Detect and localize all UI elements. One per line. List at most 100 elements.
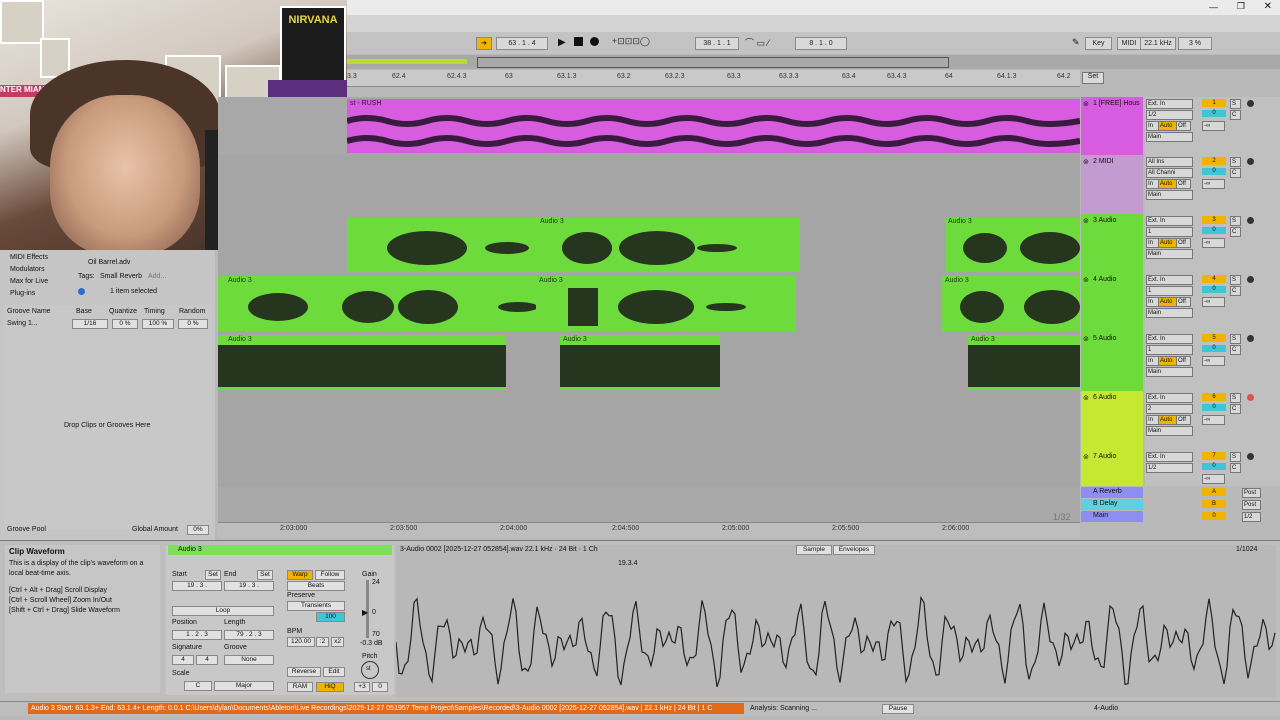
- time-ruler[interactable]: 2:03:000 2:03:500 2:04:000 2:04:500 2:05:000…: [218, 522, 1080, 538]
- pan-knob[interactable]: C: [1230, 110, 1241, 120]
- input-type-select[interactable]: Ext. In: [1146, 216, 1193, 226]
- follow-button[interactable]: Follow: [315, 570, 345, 580]
- draw-mode-icon[interactable]: ✎: [1072, 37, 1080, 48]
- solo-button[interactable]: S: [1230, 393, 1241, 403]
- half-tempo-button[interactable]: :2: [316, 637, 329, 647]
- track-header[interactable]: 3 Audio ⊚: [1081, 214, 1143, 273]
- track-header[interactable]: 1 [FREE] Hous ⊚: [1081, 97, 1143, 155]
- clip-title-bar[interactable]: Audio 3: [168, 545, 392, 555]
- arm-record-icon[interactable]: [1247, 335, 1254, 342]
- arm-record-icon[interactable]: [1247, 276, 1254, 283]
- browser-item[interactable]: Modulators: [10, 266, 45, 273]
- monitor-off-button[interactable]: Off: [1176, 297, 1191, 307]
- input-channel-select[interactable]: 1: [1146, 345, 1193, 355]
- detune-field[interactable]: 0: [372, 682, 388, 692]
- track-send[interactable]: -∞: [1202, 179, 1225, 189]
- input-type-select[interactable]: All Ins: [1146, 157, 1193, 167]
- track-fold-icon[interactable]: ⊚: [1083, 394, 1089, 402]
- input-type-select[interactable]: Ext. In: [1146, 99, 1193, 109]
- pre-post-button[interactable]: 1/2: [1242, 512, 1261, 522]
- audio-clip[interactable]: Audio 3: [942, 276, 1080, 331]
- file-name[interactable]: Oil Barrel.adv: [88, 259, 130, 266]
- edit-button[interactable]: Edit: [323, 667, 345, 677]
- pan-knob[interactable]: C: [1230, 345, 1241, 355]
- audio-clip[interactable]: [347, 217, 537, 272]
- track-send[interactable]: -∞: [1202, 415, 1225, 425]
- input-channel-select[interactable]: 2: [1146, 404, 1193, 414]
- audio-clip[interactable]: Audio 3: [218, 276, 563, 331]
- ram-button[interactable]: RAM: [287, 682, 313, 692]
- gain-handle-icon[interactable]: ▶: [362, 608, 368, 617]
- arm-record-icon[interactable]: [1247, 217, 1254, 224]
- loop-switch-icon[interactable]: ⌒ ▭ ⁄: [745, 36, 769, 49]
- scale-mode-select[interactable]: Major: [214, 681, 274, 691]
- track-volume[interactable]: 0: [1202, 286, 1226, 293]
- input-channel-select[interactable]: 1/2: [1146, 463, 1193, 473]
- bpm-field[interactable]: 120.00: [287, 637, 315, 647]
- output-select[interactable]: Main: [1146, 190, 1193, 200]
- track-activator[interactable]: 5: [1202, 334, 1226, 342]
- overview-window[interactable]: [477, 57, 949, 68]
- input-channel-select[interactable]: 1: [1146, 227, 1193, 237]
- track-volume[interactable]: 0: [1202, 110, 1226, 117]
- midi-map-button[interactable]: MIDI: [1117, 37, 1141, 50]
- track-fold-icon[interactable]: ⊚: [1083, 335, 1089, 343]
- pan-knob[interactable]: C: [1230, 286, 1241, 296]
- arm-record-icon[interactable]: [1247, 394, 1254, 401]
- pan-knob[interactable]: C: [1230, 404, 1241, 414]
- global-amount[interactable]: 0%: [187, 525, 209, 535]
- track-fold-icon[interactable]: ⊚: [1083, 453, 1089, 461]
- return-activator[interactable]: B: [1202, 500, 1226, 508]
- audio-clip[interactable]: Audio 3: [218, 335, 506, 390]
- audio-clip[interactable]: Audio 3: [536, 276, 796, 331]
- audio-clip[interactable]: Audio 3: [560, 335, 720, 390]
- track-header[interactable]: 6 Audio ⊚: [1081, 391, 1143, 450]
- browser-item[interactable]: Plug-ins: [10, 290, 35, 297]
- arm-record-icon[interactable]: [1247, 453, 1254, 460]
- groove-base[interactable]: 1/16: [72, 319, 108, 329]
- audio-clip[interactable]: st - RUSH: [347, 99, 1080, 153]
- key-map-button[interactable]: Key: [1085, 37, 1112, 50]
- track-volume[interactable]: 0: [1202, 227, 1226, 234]
- signature-numerator[interactable]: 4: [172, 655, 194, 665]
- track-header[interactable]: 2 MIDI ⊚: [1081, 155, 1143, 214]
- track-lane[interactable]: st - RUSH: [218, 97, 1080, 156]
- groove-quantize[interactable]: 0 %: [112, 319, 138, 329]
- track-fold-icon[interactable]: ⊚: [1083, 100, 1089, 108]
- track-lane[interactable]: [218, 392, 1080, 452]
- close-icon[interactable]: ✕: [1264, 1, 1272, 12]
- grain-field[interactable]: 100: [316, 612, 345, 622]
- beat-ruler[interactable]: 3.3 62.4 62.4.3 63 63.1.3 63.2 63.2.3 63.3 63.3.…: [347, 70, 1080, 87]
- pitch-field[interactable]: +3: [354, 682, 370, 692]
- input-type-select[interactable]: Ext. In: [1146, 452, 1193, 462]
- monitor-off-button[interactable]: Off: [1176, 238, 1191, 248]
- pan-knob[interactable]: C: [1230, 168, 1241, 178]
- track-fold-icon[interactable]: ⊚: [1083, 217, 1089, 225]
- end-field[interactable]: 19 . 3 .: [224, 581, 274, 591]
- track-volume[interactable]: 0: [1202, 345, 1226, 352]
- length-field[interactable]: 79 . 2 . 3: [224, 630, 274, 640]
- track-fold-icon[interactable]: ⊚: [1083, 276, 1089, 284]
- set-start-button[interactable]: Set: [205, 570, 221, 580]
- return-track-header[interactable]: A Reverb: [1081, 487, 1143, 498]
- restore-icon[interactable]: ❐: [1237, 1, 1245, 12]
- pan-knob[interactable]: C: [1230, 463, 1241, 473]
- start-field[interactable]: 19 . 3 .: [172, 581, 222, 591]
- solo-button[interactable]: S: [1230, 157, 1241, 167]
- monitor-off-button[interactable]: Off: [1176, 179, 1191, 189]
- pause-button[interactable]: Pause: [882, 704, 914, 714]
- groove-select[interactable]: None: [224, 655, 274, 665]
- track-header[interactable]: 7 Audio ⊚: [1081, 450, 1143, 486]
- play-icon[interactable]: ▶: [558, 37, 566, 48]
- signature-denominator[interactable]: 4: [196, 655, 218, 665]
- output-select[interactable]: Main: [1146, 367, 1193, 377]
- track-send[interactable]: -∞: [1202, 474, 1225, 484]
- solo-button[interactable]: S: [1230, 216, 1241, 226]
- groove-random[interactable]: 0 %: [178, 319, 208, 329]
- groove-timing[interactable]: 100 %: [142, 319, 174, 329]
- monitor-auto-button[interactable]: Auto: [1158, 121, 1177, 131]
- solo-button[interactable]: S: [1230, 275, 1241, 285]
- pre-post-button[interactable]: Post: [1242, 500, 1261, 510]
- input-type-select[interactable]: Ext. In: [1146, 275, 1193, 285]
- arm-record-icon[interactable]: [1247, 100, 1254, 107]
